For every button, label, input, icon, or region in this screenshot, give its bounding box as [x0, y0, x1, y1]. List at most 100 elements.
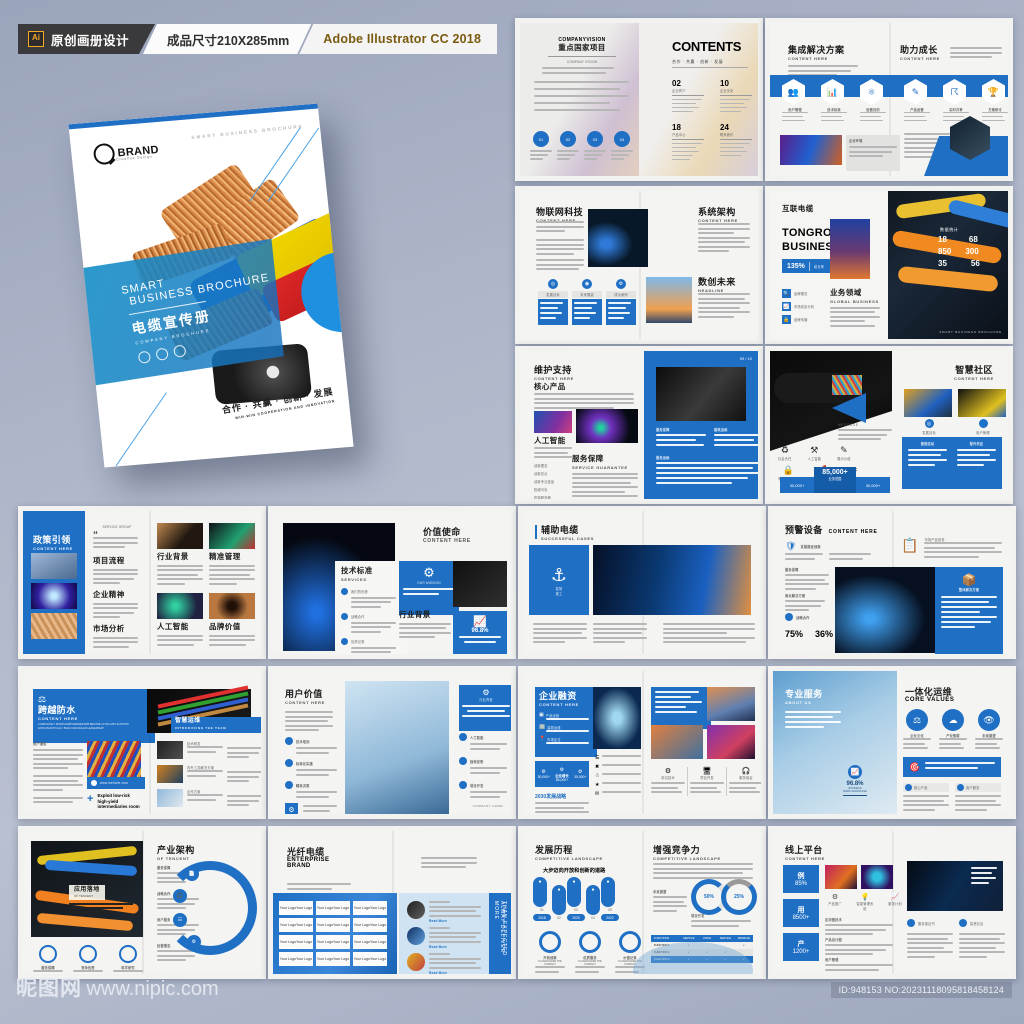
toc-entry[interactable]: 02 企业简介: [672, 79, 704, 115]
logo-slot[interactable]: Your Logo: [353, 935, 387, 949]
cross-right-item[interactable]: 合作方案: [157, 789, 261, 809]
logo-slot[interactable]: Your Logo: [353, 952, 387, 966]
community-icon-item[interactable]: ⚒ 人工智能: [808, 445, 822, 461]
spread-iot-architecture[interactable]: 物联网科技 CONTENT HERE 系统架构 CONTENT HERE: [515, 186, 763, 344]
edit-icon: ✎: [911, 86, 920, 97]
logo-slot[interactable]: Your Logo: [316, 901, 350, 915]
headset-icon[interactable]: 🎧: [173, 889, 187, 903]
logo-slot[interactable]: Your Logo: [279, 935, 313, 949]
platform-tag[interactable]: 智慧社区: [959, 919, 984, 927]
iot-card[interactable]: ⚙ 成功案例: [606, 279, 636, 325]
spread-auxiliary-cable[interactable]: 辅助电缆 SUCCESSFUL CASES ⚓ 智慧 施工: [518, 506, 766, 659]
platform-icon-item[interactable]: 📈 服务计划: [885, 893, 905, 911]
cross-right-item[interactable]: 内外工具解决方案: [157, 765, 261, 785]
timeline-node[interactable]: ● 01 2018: [533, 877, 551, 921]
app-circle[interactable]: 服务保障: [33, 945, 63, 974]
timeline-node[interactable]: ● 04: [586, 885, 600, 920]
logo-slot[interactable]: Your Logo: [279, 952, 313, 966]
uservalue-right-item[interactable]: 项目开发: [459, 781, 507, 800]
hex-item[interactable]: ✎ 产品运营: [904, 79, 930, 124]
value-service-item[interactable]: 优质记录: [341, 637, 401, 654]
app-circle[interactable]: 竞争优势: [73, 945, 103, 974]
logo-slot[interactable]: Your Logo: [353, 901, 387, 915]
history-circle[interactable]: 优质服务 PLACEHOLDER THE COMPANY: [575, 931, 605, 974]
spread-cross-waterproof[interactable]: ⚖ 跨越防水 CONTENT HERE COMPLETELY MORPH EMP…: [18, 666, 266, 819]
toc-entry[interactable]: 24 联系我们: [720, 123, 752, 159]
tongro-side-item[interactable]: 🔍 品牌理念: [782, 289, 814, 298]
value-service-item[interactable]: 战略合作: [341, 612, 401, 633]
core-circle[interactable]: 👁 未来展望: [975, 709, 1003, 752]
value-service-item[interactable]: 我们的优势: [341, 587, 401, 608]
network-icon[interactable]: ☷: [173, 913, 187, 927]
tongro-side-item[interactable]: 🔒 品牌传播: [782, 315, 814, 324]
logo-slot[interactable]: Your Logo: [316, 952, 350, 966]
timeline-node[interactable]: ● 03 2020: [567, 877, 585, 921]
logo-slot[interactable]: Your Logo: [353, 918, 387, 932]
logo-slot[interactable]: Your Logo: [279, 918, 313, 932]
uservalue-item[interactable]: 精准决策: [285, 781, 337, 800]
community-icon-item[interactable]: ✎ 展示价值: [837, 445, 851, 461]
spread-development-history[interactable]: 发展历程 COMPETITIVE LANDSCAPE 大步迈向开放和创新的道路 …: [518, 826, 766, 979]
uservalue-right-item[interactable]: 独特优势: [459, 757, 507, 776]
spread-user-value[interactable]: 用户价值 CONTENT HERE 技术培训 标准化实施 精准决策 ⚙ ⚙ 行业…: [268, 666, 516, 819]
uservalue-right-item[interactable]: 人工智能: [459, 733, 507, 752]
iot-card[interactable]: ◎ 发展目标: [538, 279, 568, 325]
spread-online-platform[interactable]: 线上平台 CONTENT HERE 例 85% 用 8500+ 产 1200+ …: [768, 826, 1016, 979]
doc-icon[interactable]: 📄: [185, 867, 199, 881]
finance-item[interactable]: ▣ 产品运营: [539, 712, 593, 721]
core-circle[interactable]: ⚖ 企业文化: [903, 709, 931, 752]
timeline-node[interactable]: ● 05 2022: [601, 877, 619, 921]
history-circle[interactable]: 开拓创新 PLACEHOLDER THE COMPANY: [535, 931, 565, 974]
timeline-node[interactable]: ● 02: [552, 885, 566, 920]
spread-solutions-growth[interactable]: 集成解决方案 CONTENT HERE 助力成长 CONTENT HERE 👥 …: [765, 18, 1013, 181]
app-circle[interactable]: 科学研究: [113, 945, 143, 974]
fiber-list-item[interactable]: Read More: [407, 953, 481, 974]
core-tag[interactable]: 用户服务: [955, 783, 1001, 813]
hex-item[interactable]: ⚛ 经营目的: [860, 79, 886, 124]
spread-vision-contents[interactable]: COMPANYVISION 重点国家项目 COMPANY VISION 01 0…: [515, 18, 763, 181]
tongro-side-item[interactable]: 📈 市场前景分析: [782, 302, 814, 311]
logo-slot[interactable]: Your Logo: [316, 918, 350, 932]
finance-item[interactable]: 🏢 建筑运维: [539, 724, 593, 733]
settings-icon[interactable]: ⚙: [187, 935, 201, 949]
spread-maintenance-support[interactable]: 维护支持 CONTENT HERE 核心产品 人工智能 创新理念 创新亮点 创新…: [515, 346, 763, 504]
maint-title-cn: 维护支持: [534, 365, 572, 375]
fiber-list-item[interactable]: Read More: [407, 927, 481, 949]
cross-right-item[interactable]: 技术研发: [157, 741, 261, 761]
fiber-list-item[interactable]: Read More: [407, 901, 481, 923]
toc-entry[interactable]: 10 企业文化: [720, 79, 752, 115]
finance-right-item[interactable]: 🖥 项目开发: [690, 767, 724, 796]
platform-tag[interactable]: 服务保证书: [907, 919, 935, 927]
finance-right-item[interactable]: ⚙ 前沿技术: [651, 767, 685, 796]
spread-fiber-cable[interactable]: 光纤电缆 ENTERPRISE BRAND Your Logo Your Logo…: [268, 826, 516, 979]
finance-item[interactable]: 📍 市场定位: [539, 736, 593, 745]
toc-entry[interactable]: 18 产品中心: [672, 123, 704, 162]
spread-professional-service[interactable]: 专业服务 ABOUT US 📈 96.8% BUSINESS MARK ADVA…: [768, 666, 1016, 819]
hex-item[interactable]: ☈ 实时共享: [943, 79, 969, 124]
banner-size-segment: 成品尺寸210X285mm: [143, 24, 311, 54]
gear-icon[interactable]: ⚙: [285, 803, 298, 814]
finance-right-item[interactable]: 🎧 服务保证: [729, 767, 761, 796]
platform-icon-item[interactable]: ⚙ 产品推广: [825, 893, 845, 911]
spread-value-mission[interactable]: 价值使命 CONTENT HERE 技术标准 SERVICES 我们的优势 战略…: [268, 506, 516, 659]
platform-icon-item[interactable]: 💡 智能管理系统: [855, 893, 875, 911]
uservalue-item[interactable]: 标准化实施: [285, 759, 337, 778]
logo-slot[interactable]: Your Logo: [279, 901, 313, 915]
community-caption[interactable]: 👤 用户管理: [970, 419, 996, 438]
uservalue-item[interactable]: 技术培训: [285, 737, 337, 756]
core-circle[interactable]: ☁ 产业智联: [939, 709, 967, 752]
spread-enterprise-financing[interactable]: 企业融资 CONTENT HERE ▣ 产品运营 🏢 建筑运维 📍 市场定位 ⚙ 30,…: [518, 666, 766, 819]
community-caption[interactable]: ◎ 发展目标: [916, 419, 942, 438]
spread-policy-guide[interactable]: 政策引领 CONTENT HERE “ SERVICE GROUP 项目流程 企…: [18, 506, 266, 659]
spread-warning-device[interactable]: 预警设备 CONTENT HERE 🛡 发展路径创新 服务保障 商业解决方案 战…: [768, 506, 1016, 659]
hex-item[interactable]: 🏆 方案研讨: [982, 79, 1008, 124]
hex-item[interactable]: 📊 技术标准: [821, 79, 847, 124]
community-icon-item[interactable]: ♻ 社会责任: [778, 445, 792, 461]
spread-smart-community[interactable]: MESSAGE ♻社会责任 ⚒人工智能 ✎展示价值 🔒电缆结构标准 🚀项目开发 …: [765, 346, 1013, 504]
logo-slot[interactable]: Your Logo: [316, 935, 350, 949]
spread-tongro-business[interactable]: 互联电缆 TONGRO BUSINESS 135% 增长率 🔍 品牌理念 📈 市…: [765, 186, 1013, 344]
core-tag[interactable]: 核心产品: [903, 783, 949, 813]
spread-application-landing[interactable]: 应用落地 OF TENCENT 服务保障 竞争优势 科学研究 产业架构 OF T…: [18, 826, 266, 979]
iot-card[interactable]: ◉ 未来展望: [572, 279, 602, 325]
hex-item[interactable]: 👥 用户管理: [782, 79, 808, 124]
